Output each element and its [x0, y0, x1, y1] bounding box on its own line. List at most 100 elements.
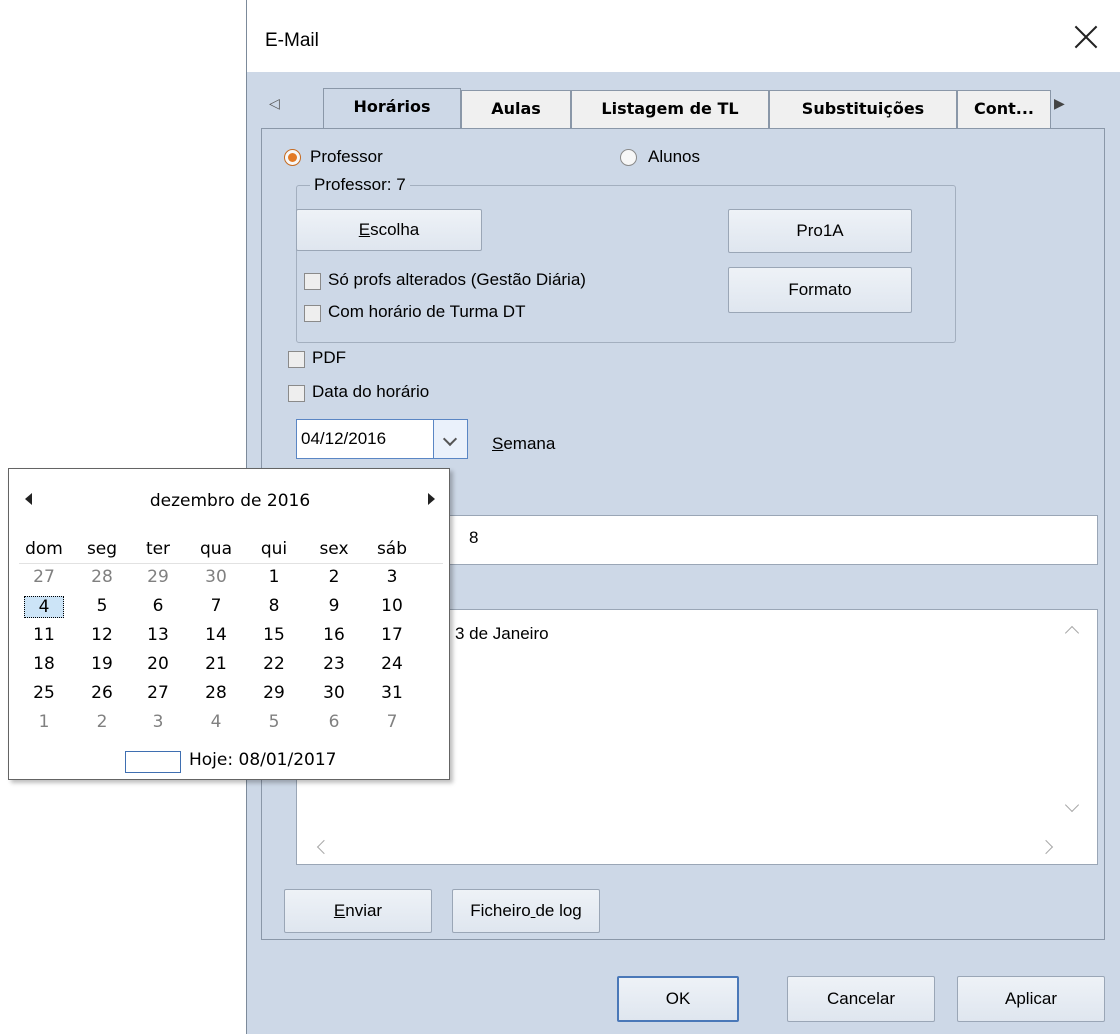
calendar-day[interactable]: 30 — [314, 683, 354, 703]
enviar-button[interactable]: Enviar — [284, 889, 432, 933]
weekday-divider — [19, 563, 443, 564]
calendar-day[interactable]: 14 — [196, 625, 236, 645]
chk-horario-turma-label: Com horário de Turma DT — [328, 302, 526, 321]
calendar-day[interactable]: 3 — [138, 712, 178, 732]
calendar-month-title: dezembro de 2016 — [149, 491, 311, 511]
weekday-header: sex — [319, 539, 349, 559]
scroll-left-icon[interactable] — [316, 839, 332, 855]
weekday-header: qui — [260, 539, 288, 559]
calendar-day[interactable]: 27 — [24, 567, 64, 587]
calendar-day[interactable]: 17 — [372, 625, 412, 645]
subject-field-value: 8 — [469, 528, 479, 547]
calendar-day[interactable]: 10 — [372, 596, 412, 616]
cancel-button[interactable]: Cancelar — [787, 976, 935, 1022]
calendar-day[interactable]: 4 — [196, 712, 236, 732]
tab-scroll-right-icon[interactable]: ▶ — [1054, 95, 1065, 112]
scroll-down-icon[interactable] — [1064, 797, 1080, 813]
ok-button[interactable]: OK — [617, 976, 739, 1022]
calendar-day[interactable]: 3 — [372, 567, 412, 587]
calendar-day[interactable]: 6 — [138, 596, 178, 616]
today-link[interactable]: Hoje: 08/01/2017 — [189, 750, 336, 770]
calendar-popup: dezembro de 2016 dom seg ter qua qui sex sáb 2… — [8, 468, 450, 780]
escolha-underlined-letter: E — [358, 220, 371, 239]
calendar-day[interactable]: 26 — [82, 683, 122, 703]
weekday-header: sáb — [376, 539, 408, 559]
weekday-header: qua — [200, 539, 232, 559]
tab-scroll-left-icon[interactable]: ◁ — [269, 95, 280, 112]
log-label-pre: Ficheiro — [470, 901, 531, 920]
calendar-day[interactable]: 6 — [314, 712, 354, 732]
chk-horario-turma[interactable] — [304, 305, 321, 322]
calendar-day[interactable]: 12 — [82, 625, 122, 645]
escolha-button[interactable]: Escolha — [296, 209, 482, 251]
calendar-day[interactable]: 8 — [254, 596, 294, 616]
calendar-day[interactable]: 4 — [24, 596, 64, 618]
calendar-day[interactable]: 30 — [196, 567, 236, 587]
calendar-day[interactable]: 1 — [254, 567, 294, 587]
calendar-day[interactable]: 28 — [196, 683, 236, 703]
chk-data-horario-label: Data do horário — [312, 382, 430, 401]
tab-substituicoes[interactable]: Substituições — [769, 90, 957, 128]
calendar-day[interactable]: 15 — [254, 625, 294, 645]
calendar-day[interactable]: 25 — [24, 683, 64, 703]
semana-label: Semana — [492, 434, 555, 454]
calendar-day[interactable]: 2 — [314, 567, 354, 587]
radio-professor[interactable] — [284, 149, 301, 166]
calendar-day[interactable]: 29 — [254, 683, 294, 703]
calendar-day[interactable]: 13 — [138, 625, 178, 645]
chevron-down-icon[interactable] — [433, 420, 467, 458]
calendar-day[interactable]: 7 — [196, 596, 236, 616]
window-title: E-Mail — [265, 30, 319, 51]
tab-listagem-tl[interactable]: Listagem de TL — [571, 90, 769, 128]
chk-pdf-label: PDF — [312, 348, 346, 367]
calendar-day[interactable]: 23 — [314, 654, 354, 674]
date-picker[interactable]: 04/12/2016 — [296, 419, 468, 459]
calendar-day[interactable]: 19 — [82, 654, 122, 674]
calendar-day[interactable]: 18 — [24, 654, 64, 674]
calendar-day[interactable]: 31 — [372, 683, 412, 703]
next-month-icon[interactable] — [428, 493, 435, 505]
calendar-day[interactable]: 9 — [314, 596, 354, 616]
calendar-day[interactable]: 20 — [138, 654, 178, 674]
semana-label-rest: emana — [503, 434, 556, 453]
tab-aulas[interactable]: Aulas — [461, 90, 571, 128]
group-legend: Professor: 7 — [310, 175, 410, 195]
weekday-header: dom — [25, 539, 63, 559]
calendar-day[interactable]: 5 — [254, 712, 294, 732]
tab-horarios[interactable]: Horários — [323, 88, 461, 130]
chk-data-horario[interactable] — [288, 385, 305, 402]
tab-cont[interactable]: Cont... — [957, 90, 1051, 128]
calendar-day[interactable]: 22 — [254, 654, 294, 674]
semana-underlined-letter: S — [492, 434, 504, 453]
scroll-right-icon[interactable] — [1038, 839, 1054, 855]
pro1a-button[interactable]: Pro1A — [728, 209, 912, 253]
calendar-day[interactable]: 28 — [82, 567, 122, 587]
log-label-post: de log — [535, 901, 582, 920]
calendar-day[interactable]: 24 — [372, 654, 412, 674]
date-value: 04/12/2016 — [301, 429, 387, 448]
today-marker — [125, 751, 181, 773]
chk-pdf[interactable] — [288, 351, 305, 368]
calendar-day[interactable]: 2 — [82, 712, 122, 732]
close-icon[interactable] — [1073, 24, 1099, 50]
ficheiro-log-button[interactable]: Ficheiro de log — [452, 889, 600, 933]
message-text: 3 de Janeiro — [455, 624, 549, 643]
calendar-day[interactable]: 16 — [314, 625, 354, 645]
title-bar: E-Mail — [247, 0, 1120, 72]
calendar-day[interactable]: 21 — [196, 654, 236, 674]
calendar-day[interactable]: 7 — [372, 712, 412, 732]
weekday-header: ter — [145, 539, 171, 559]
calendar-day[interactable]: 5 — [82, 596, 122, 616]
calendar-day[interactable]: 29 — [138, 567, 178, 587]
radio-alunos[interactable] — [620, 149, 637, 166]
chk-profs-alterados[interactable] — [304, 273, 321, 290]
scroll-up-icon[interactable] — [1064, 625, 1080, 641]
calendar-day[interactable]: 27 — [138, 683, 178, 703]
enviar-underlined-letter: E — [333, 901, 346, 920]
apply-button[interactable]: Aplicar — [957, 976, 1105, 1022]
formato-button[interactable]: Formato — [728, 267, 912, 313]
radio-professor-label: Professor — [310, 147, 383, 166]
escolha-label-rest: scolha — [370, 220, 420, 239]
calendar-day[interactable]: 1 — [24, 712, 64, 732]
calendar-day[interactable]: 11 — [24, 625, 64, 645]
